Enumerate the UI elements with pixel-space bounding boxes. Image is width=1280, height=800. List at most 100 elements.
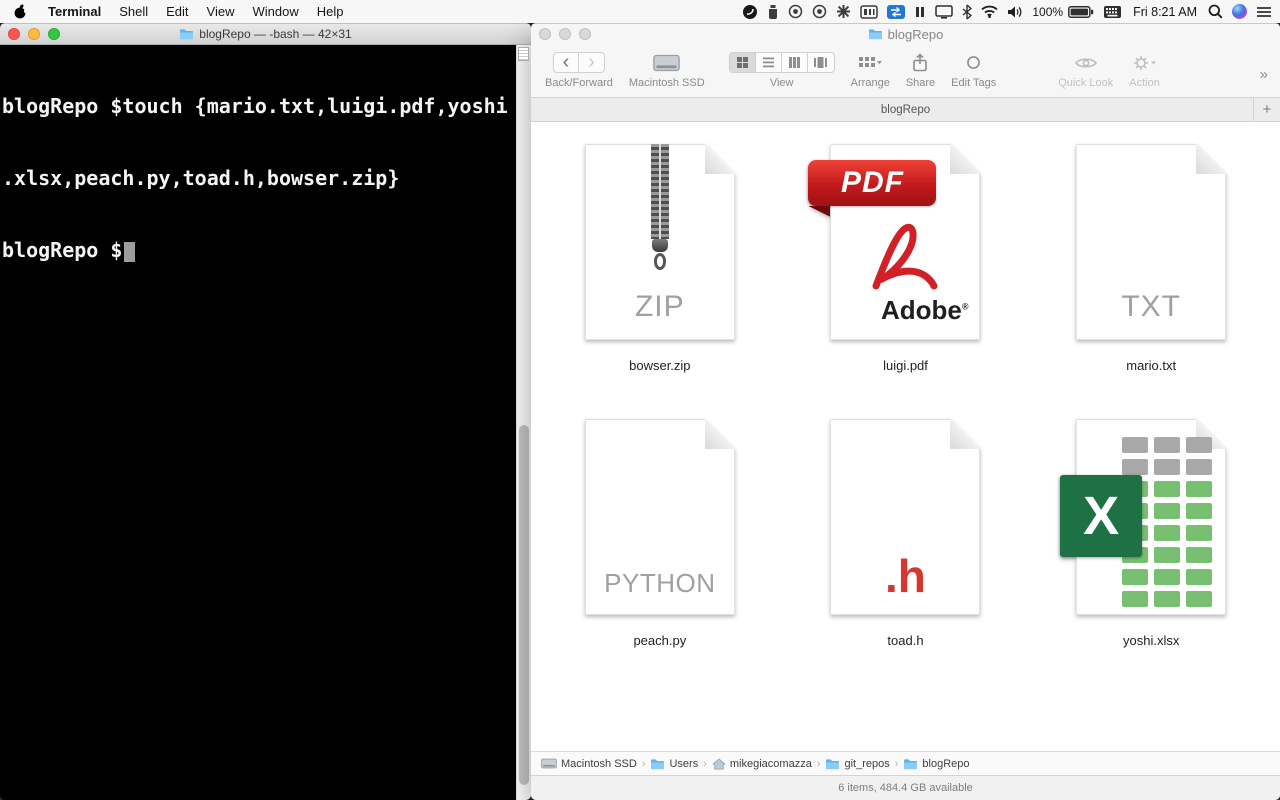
folder-icon [825, 758, 840, 770]
bluetooth-icon[interactable] [962, 4, 972, 20]
close-button[interactable] [8, 28, 20, 40]
menu-bar: Terminal Shell Edit View Window Help [0, 0, 1280, 23]
file-name: toad.h [887, 633, 923, 648]
battery-icon[interactable] [1068, 6, 1094, 18]
device-label: Macintosh SSD [629, 77, 705, 89]
menu-edit[interactable]: Edit [157, 0, 197, 23]
page-fold [705, 144, 735, 174]
path-separator: › [642, 758, 646, 770]
drive-icon [653, 52, 680, 73]
share-button[interactable]: Share [906, 52, 935, 89]
view-icons-button[interactable] [730, 53, 756, 72]
terminal-output: blogRepo $touch {mario.txt,luigi.pdf,yos… [0, 45, 531, 310]
minimize-button[interactable] [28, 28, 40, 40]
path-item-git-repos[interactable]: git_repos [825, 758, 889, 770]
folder-icon [179, 28, 194, 40]
status-bar: 6 items, 484.4 GB available [531, 775, 1280, 800]
file-luigi-pdf[interactable]: Adobe® PDF luigi.pdf [783, 144, 1029, 373]
terminal-titlebar[interactable]: blogRepo — -bash — 42×31 [0, 23, 531, 45]
file-mario-txt[interactable]: TXT mario.txt [1028, 144, 1274, 373]
wifi-icon[interactable] [981, 5, 998, 18]
file-peach-py[interactable]: PYTHON peach.py [537, 419, 783, 648]
h-badge: .h [830, 549, 980, 603]
eye-icon [1074, 52, 1098, 73]
device-button[interactable]: Macintosh SSD [629, 52, 705, 89]
home-icon [712, 758, 726, 770]
arrange-button[interactable]: Arrange [851, 52, 890, 89]
python-badge: PYTHON [585, 568, 735, 599]
volume-icon[interactable] [1007, 5, 1023, 19]
folder-icon [650, 758, 665, 770]
back-button[interactable]: ‹ [554, 53, 579, 72]
finder-window-controls [539, 28, 591, 40]
file-yoshi-xlsx[interactable]: X yoshi.xlsx [1028, 419, 1274, 648]
view-coverflow-button[interactable] [808, 53, 834, 72]
file-name: bowser.zip [629, 358, 690, 373]
terminal-line: blogRepo $ [2, 238, 531, 262]
file-bowser-zip[interactable]: ZIP bowser.zip [537, 144, 783, 373]
view-list-button[interactable] [756, 53, 782, 72]
status-ring-icon-1[interactable] [788, 4, 803, 19]
finder-content-area[interactable]: ZIP bowser.zip Adobe® PDF luigi.pdf [531, 122, 1280, 751]
status-brew-icon[interactable] [767, 4, 779, 20]
terminal-scrollbar[interactable] [516, 45, 531, 800]
notification-center-icon[interactable] [1256, 6, 1272, 18]
path-item-blogrepo[interactable]: blogRepo [903, 758, 969, 770]
minimize-button[interactable] [559, 28, 571, 40]
zip-file-icon: ZIP [585, 144, 735, 340]
path-separator: › [703, 758, 707, 770]
zoom-button[interactable] [579, 28, 591, 40]
menu-clock[interactable]: Fri 8:21 AM [1131, 5, 1199, 19]
status-text: 6 items, 484.4 GB available [838, 782, 973, 794]
file-name: luigi.pdf [883, 358, 928, 373]
terminal-scrollbar-thumb[interactable] [519, 425, 529, 785]
siri-icon[interactable] [1232, 4, 1247, 19]
status-pause-bars-icon[interactable] [914, 5, 926, 19]
menu-help[interactable]: Help [308, 0, 353, 23]
terminal-line: blogRepo $touch {mario.txt,luigi.pdf,yos… [2, 94, 531, 118]
view-control: View [729, 52, 835, 89]
status-ring-icon-2[interactable] [812, 4, 827, 19]
quick-look-button[interactable]: Quick Look [1058, 52, 1113, 89]
forward-button[interactable]: › [579, 53, 604, 72]
zoom-button[interactable] [48, 28, 60, 40]
close-button[interactable] [539, 28, 551, 40]
file-name: mario.txt [1126, 358, 1176, 373]
status-boxed-d-icon[interactable] [860, 5, 878, 19]
quick-look-label: Quick Look [1058, 77, 1113, 89]
view-columns-button[interactable] [782, 53, 808, 72]
file-toad-h[interactable]: .h toad.h [783, 419, 1029, 648]
back-forward-group: ‹ › Back/Forward [545, 52, 613, 89]
menu-shell[interactable]: Shell [110, 0, 157, 23]
back-forward-label: Back/Forward [545, 77, 613, 89]
tab-blogrepo[interactable]: blogRepo [881, 104, 930, 116]
menu-window[interactable]: Window [244, 0, 308, 23]
new-tab-button[interactable]: + [1253, 98, 1280, 121]
share-icon [912, 52, 928, 73]
terminal-title: blogRepo — -bash — 42×31 [179, 27, 351, 41]
terminal-prompt: blogRepo $ [2, 238, 122, 262]
keyboard-input-icon[interactable] [1103, 5, 1122, 19]
status-app-circle-icon[interactable] [742, 4, 758, 20]
finder-title: blogRepo [868, 27, 944, 42]
battery-percent[interactable]: 100% [1032, 5, 1063, 19]
header-file-icon: .h [830, 419, 980, 615]
path-item-macintosh-ssd[interactable]: Macintosh SSD [541, 758, 637, 770]
status-sync-icon[interactable] [887, 5, 905, 19]
action-button[interactable]: Action [1129, 52, 1160, 89]
folder-icon [903, 758, 918, 770]
terminal-body[interactable]: blogRepo $touch {mario.txt,luigi.pdf,yos… [0, 45, 531, 800]
menu-terminal[interactable]: Terminal [39, 0, 110, 23]
pdf-badge: PDF [808, 160, 936, 206]
path-item-users[interactable]: Users [650, 758, 698, 770]
edit-tags-button[interactable]: Edit Tags [951, 52, 996, 89]
finder-titlebar[interactable]: blogRepo [531, 23, 1280, 45]
spotlight-icon[interactable] [1208, 4, 1223, 19]
status-burst-icon[interactable] [836, 4, 851, 19]
status-display-icon[interactable] [935, 5, 953, 19]
apple-menu[interactable] [0, 0, 39, 23]
scrollback-marker-icon [518, 47, 529, 61]
menu-view[interactable]: View [198, 0, 244, 23]
toolbar-overflow-button[interactable]: » [1260, 66, 1270, 83]
path-item-home[interactable]: mikegiacomazza [712, 758, 812, 770]
